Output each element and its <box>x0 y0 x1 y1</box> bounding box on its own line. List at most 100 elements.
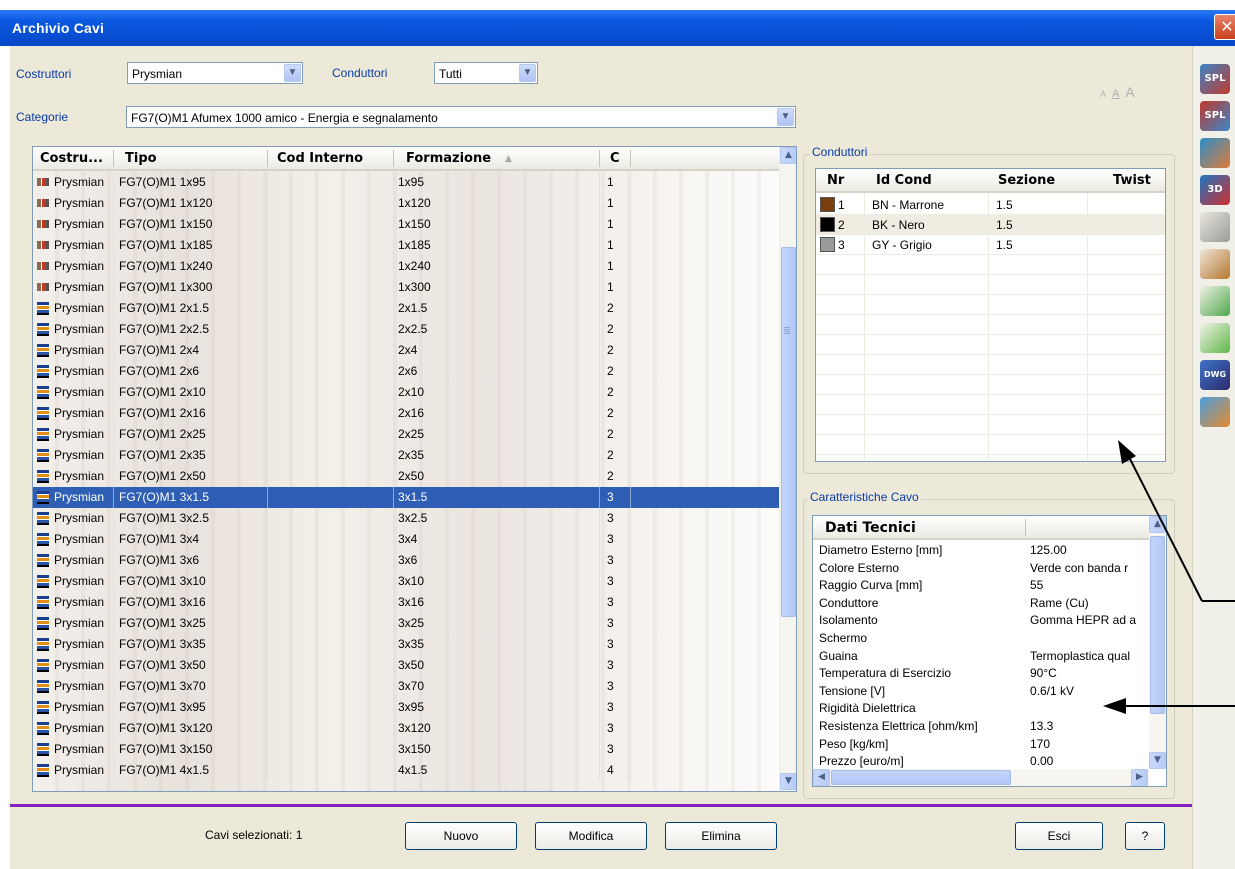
table-row[interactable]: Prysmian FG7(O)M1 2x4 2x4 2 <box>33 340 779 361</box>
table-row[interactable]: Prysmian FG7(O)M1 1x300 1x300 1 <box>33 277 779 298</box>
settings-gear-icon[interactable] <box>1200 397 1230 427</box>
table-row[interactable]: Prysmian FG7(O)M1 2x50 2x50 2 <box>33 466 779 487</box>
dati-tecnici-row[interactable]: Raggio Curva [mm] 55 <box>813 577 1149 594</box>
scroll-down-icon[interactable]: ▼ <box>1149 752 1166 769</box>
table-row[interactable]: Prysmian FG7(O)M1 3x2.5 3x2.5 3 <box>33 508 779 529</box>
table-row[interactable]: Prysmian FG7(O)M1 3x150 3x150 3 <box>33 739 779 760</box>
column-cod-interno[interactable]: Cod Interno <box>277 151 363 166</box>
font-size-large-button[interactable]: A <box>1125 84 1134 100</box>
spl-red-icon[interactable]: SPL <box>1200 101 1230 131</box>
table-row[interactable]: Prysmian FG7(O)M1 1x120 1x120 1 <box>33 193 779 214</box>
dati-tecnici-row[interactable]: Temperatura di Esercizio 90°C <box>813 665 1149 682</box>
esci-button[interactable]: Esci <box>1015 822 1103 850</box>
table-row[interactable]: Prysmian FG7(O)M1 2x25 2x25 2 <box>33 424 779 445</box>
column-costruttore[interactable]: Costru... <box>40 151 103 166</box>
table-row[interactable]: Prysmian FG7(O)M1 2x16 2x16 2 <box>33 403 779 424</box>
scroll-up-icon[interactable]: ▲ <box>780 147 796 164</box>
dwg-export-icon[interactable]: DWG <box>1200 360 1230 390</box>
table-row[interactable]: Prysmian FG7(O)M1 1x150 1x150 1 <box>33 214 779 235</box>
table-row[interactable]: Prysmian FG7(O)M1 3x16 3x16 3 <box>33 592 779 613</box>
cable-list[interactable]: Costru... Tipo Cod Interno Formazione ▲ … <box>32 146 797 792</box>
table-row[interactable]: Prysmian FG7(O)M1 3x50 3x50 3 <box>33 655 779 676</box>
table-row[interactable]: Prysmian FG7(O)M1 4x1.5 4x1.5 4 <box>33 760 779 781</box>
table-row[interactable]: Prysmian FG7(O)M1 3x4 3x4 3 <box>33 529 779 550</box>
table-row[interactable]: Prysmian FG7(O)M1 2x1.5 2x1.5 2 <box>33 298 779 319</box>
table-row[interactable]: Prysmian FG7(O)M1 2x2.5 2x2.5 2 <box>33 319 779 340</box>
dati-tecnici-row[interactable]: Guaina Termoplastica qual <box>813 648 1149 665</box>
dati-tecnici-row[interactable]: Resistenza Elettrica [ohm/km] 13.3 <box>813 718 1149 735</box>
font-size-medium-button[interactable]: A <box>1112 88 1119 100</box>
cell-tipo: FG7(O)M1 3x50 <box>119 658 206 672</box>
table-row[interactable]: Prysmian FG7(O)M1 3x25 3x25 3 <box>33 613 779 634</box>
scroll-thumb[interactable] <box>831 770 1011 785</box>
dati-tecnici-row[interactable]: Isolamento Gomma HEPR ad a <box>813 612 1149 629</box>
conduttore-row[interactable]: 3 GY - Grigio 1.5 <box>816 235 1165 255</box>
column-nr[interactable]: Nr <box>827 173 844 188</box>
table-row[interactable]: Prysmian FG7(O)M1 2x10 2x10 2 <box>33 382 779 403</box>
column-tipo[interactable]: Tipo <box>125 151 157 166</box>
nuovo-button[interactable]: Nuovo <box>405 822 517 850</box>
modifica-button[interactable]: Modifica <box>535 822 647 850</box>
column-twist[interactable]: Twist <box>1113 173 1151 188</box>
cell-separator <box>599 571 600 592</box>
dati-tecnici-row[interactable]: Peso [kg/km] 170 <box>813 736 1149 753</box>
dati-tecnici-row[interactable]: Rigidità Dielettrica <box>813 700 1149 717</box>
table-row[interactable]: Prysmian FG7(O)M1 3x6 3x6 3 <box>33 550 779 571</box>
scroll-down-icon[interactable]: ▼ <box>780 773 796 790</box>
elimina-button[interactable]: Elimina <box>665 822 777 850</box>
cell-separator <box>267 424 268 445</box>
cell-tipo: FG7(O)M1 2x1.5 <box>119 301 210 315</box>
check-pen-icon[interactable] <box>1200 323 1230 353</box>
section-icon[interactable] <box>1200 249 1230 279</box>
dati-tecnici-vscroll[interactable]: ▲ ▼ <box>1149 516 1166 769</box>
dati-tecnici-row[interactable]: Tensione [V] 0.6/1 kV <box>813 683 1149 700</box>
table-row[interactable]: Prysmian FG7(O)M1 3x70 3x70 3 <box>33 676 779 697</box>
table-row[interactable]: Prysmian FG7(O)M1 3x1.5 3x1.5 3 <box>33 487 779 508</box>
dati-tecnici-row[interactable]: Prezzo [euro/m] 0.00 <box>813 753 1149 770</box>
dati-tecnici-row[interactable]: Diametro Esterno [mm] 125.00 <box>813 542 1149 559</box>
close-button[interactable]: ✕ <box>1214 14 1235 40</box>
conduttori-select[interactable]: Tutti ▼ <box>434 62 538 84</box>
scroll-up-icon[interactable]: ▲ <box>1149 516 1166 533</box>
dati-tecnici-row[interactable]: Schermo <box>813 630 1149 647</box>
help-button[interactable]: ? <box>1125 822 1165 850</box>
table-row[interactable]: Prysmian FG7(O)M1 3x35 3x35 3 <box>33 634 779 655</box>
column-formazione[interactable]: Formazione <box>406 151 491 166</box>
column-sezione[interactable]: Sezione <box>998 173 1055 188</box>
cable-list-scrollbar[interactable]: ▲ ▼ <box>779 147 796 791</box>
conduttore-row[interactable]: 2 BK - Nero 1.5 <box>816 215 1165 235</box>
conduit-icon[interactable] <box>1200 212 1230 242</box>
scroll-thumb[interactable] <box>781 247 796 617</box>
table-row[interactable]: Prysmian FG7(O)M1 1x185 1x185 1 <box>33 235 779 256</box>
table-row[interactable]: Prysmian FG7(O)M1 2x35 2x35 2 <box>33 445 779 466</box>
dati-tecnici-row[interactable]: Conduttore Rame (Cu) <box>813 595 1149 612</box>
scroll-thumb[interactable] <box>1150 536 1165 714</box>
table-row[interactable]: Prysmian FG7(O)M1 2x6 2x6 2 <box>33 361 779 382</box>
column-id-cond[interactable]: Id Cond <box>876 173 932 188</box>
scroll-left-icon[interactable]: ◀ <box>813 769 830 786</box>
conduttori-table[interactable]: Nr Id Cond Sezione Twist 1 BN - Marrone 1.… <box>815 168 1166 462</box>
table-row[interactable]: Prysmian FG7(O)M1 1x95 1x95 1 <box>33 172 779 193</box>
table-row[interactable]: Prysmian FG7(O)M1 3x95 3x95 3 <box>33 697 779 718</box>
chevron-down-icon[interactable]: ▼ <box>519 64 536 82</box>
categorie-select[interactable]: FG7(O)M1 Afumex 1000 amico - Energia e s… <box>126 106 796 128</box>
scroll-right-icon[interactable]: ▶ <box>1131 769 1148 786</box>
cell-separator <box>630 319 631 340</box>
conduttore-row[interactable]: 1 BN - Marrone 1.5 <box>816 195 1165 215</box>
cable-tool-icon[interactable] <box>1200 138 1230 168</box>
check-icon[interactable] <box>1200 286 1230 316</box>
spl-icon[interactable]: SPL <box>1200 64 1230 94</box>
dati-tecnici-row[interactable]: Colore Esterno Verde con banda r <box>813 560 1149 577</box>
column-c[interactable]: C <box>610 151 620 166</box>
costruttori-select[interactable]: Prysmian ▼ <box>127 62 303 84</box>
font-size-small-button[interactable]: A <box>1100 89 1106 99</box>
dati-tecnici-hscroll[interactable]: ◀ ▶ <box>813 769 1149 786</box>
cell-separator <box>393 340 394 361</box>
chevron-down-icon[interactable]: ▼ <box>284 64 301 82</box>
table-row[interactable]: Prysmian FG7(O)M1 3x10 3x10 3 <box>33 571 779 592</box>
chevron-down-icon[interactable]: ▼ <box>777 108 794 126</box>
table-row[interactable]: Prysmian FG7(O)M1 1x240 1x240 1 <box>33 256 779 277</box>
dati-tecnici-table[interactable]: Dati Tecnici Diametro Esterno [mm] 125.00… <box>812 515 1167 787</box>
table-row[interactable]: Prysmian FG7(O)M1 3x120 3x120 3 <box>33 718 779 739</box>
3d-icon[interactable]: 3D <box>1200 175 1230 205</box>
